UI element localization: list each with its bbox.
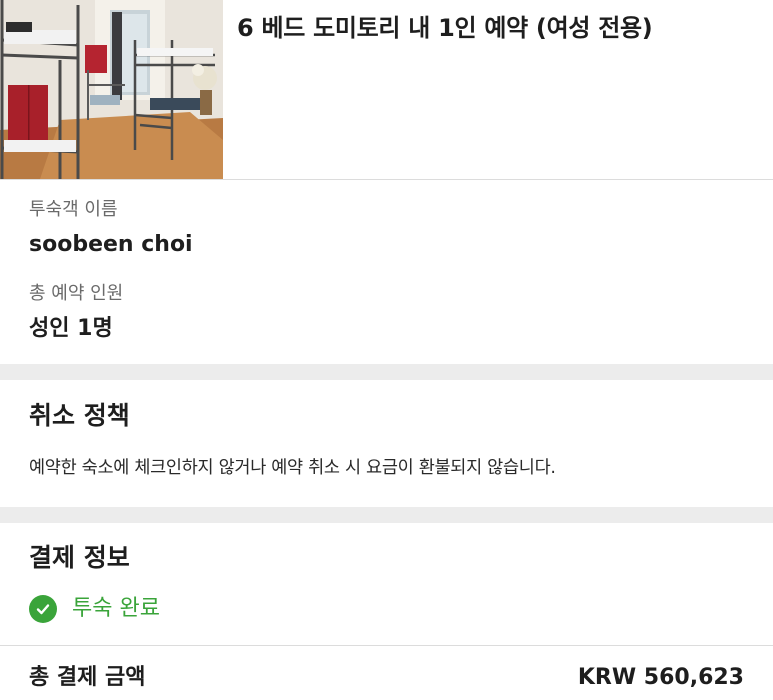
cancellation-policy-text: 예약한 숙소에 체크인하지 않거나 예약 취소 시 요금이 환불되지 않습니다. <box>29 458 556 478</box>
section-separator <box>0 507 773 523</box>
room-photo[interactable] <box>0 0 223 179</box>
total-payment-amount: KRW 560,623 <box>577 665 744 690</box>
stay-status-text: 투숙 완료 <box>72 596 160 621</box>
room-card[interactable]: 6 베드 도미토리 내 1인 예약 (여성 전용) <box>0 0 773 179</box>
total-payment-label: 총 결제 금액 <box>29 665 146 690</box>
guest-name-value: soobeen choi <box>29 232 193 257</box>
cancellation-policy-title: 취소 정책 <box>29 401 130 430</box>
payment-info-title: 결제 정보 <box>29 543 130 572</box>
section-separator <box>0 364 773 380</box>
stay-status: 투숙 완료 <box>29 594 160 624</box>
guest-count-value: 성인 1명 <box>29 316 113 341</box>
reservation-detail-page: 6 베드 도미토리 내 1인 예약 (여성 전용) 투숙객 이름 soobeen… <box>0 0 773 700</box>
check-circle-icon <box>29 595 57 623</box>
dormitory-room-photo-image <box>0 0 223 179</box>
guest-name-label: 투숙객 이름 <box>29 199 118 220</box>
divider <box>0 645 773 646</box>
room-title: 6 베드 도미토리 내 1인 예약 (여성 전용) <box>237 14 653 42</box>
divider <box>0 179 773 180</box>
guest-count-label: 총 예약 인원 <box>29 283 124 304</box>
